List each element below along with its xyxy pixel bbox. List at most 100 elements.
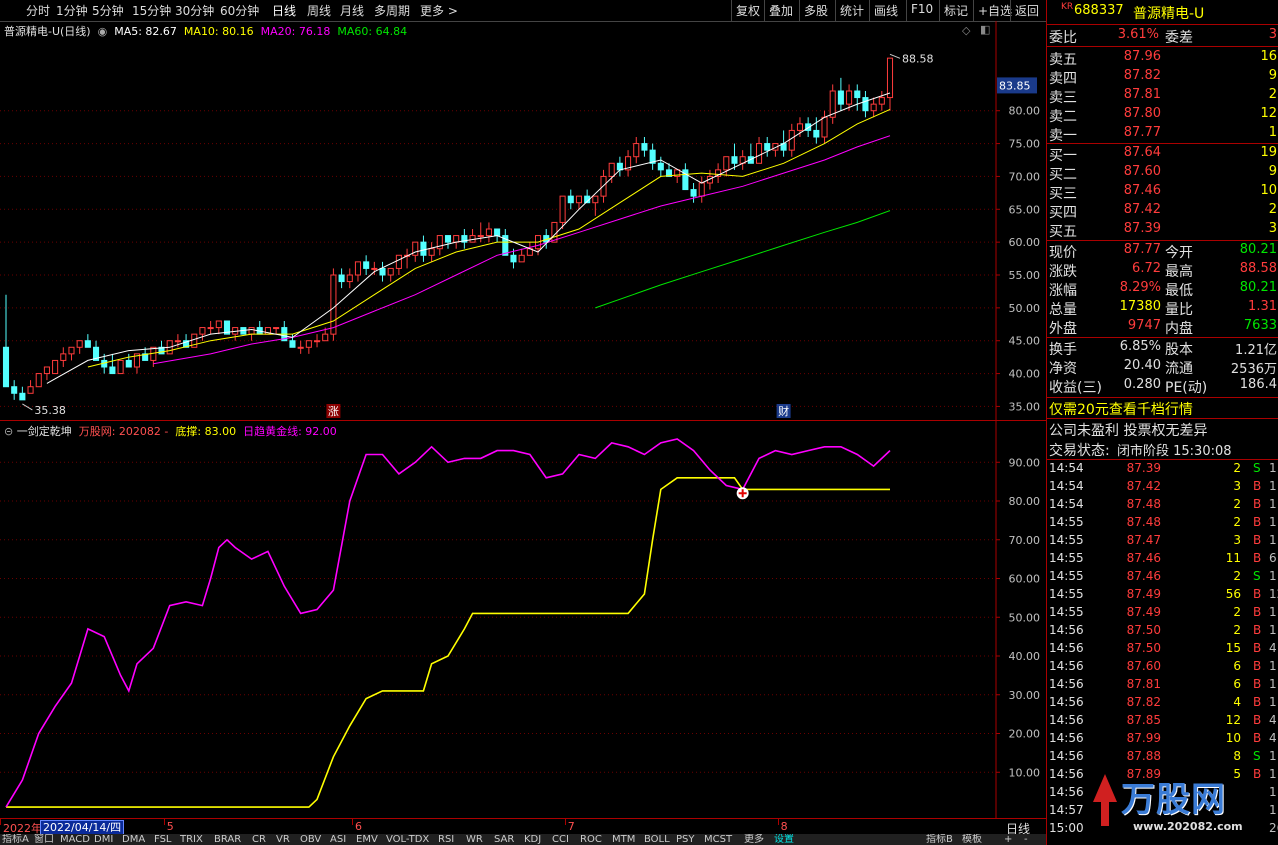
bid-row-volume: 3 (1268, 221, 1277, 236)
indicator-tab[interactable]: KDJ (524, 834, 541, 845)
candle-up (886, 57, 894, 99)
indicator-tab[interactable]: DMI (94, 834, 113, 845)
indicator-tab-right[interactable]: - (1024, 834, 1028, 845)
date-axis: 2022年 5 6 7 8 2022/04/14/四 日线 (0, 818, 1046, 836)
tick-price: 87.42 (1126, 479, 1161, 493)
indicator-tab[interactable]: CR (252, 834, 266, 845)
ask-row-volume: 2 (1268, 87, 1277, 102)
bid-row-price[interactable]: 87.60 (1087, 164, 1161, 179)
ask-row-label: 卖五 (1049, 52, 1077, 68)
candle-up (453, 235, 460, 243)
tick-volume: 56 (1225, 587, 1241, 601)
toolbar-button[interactable]: F10 (911, 2, 933, 16)
indicator-tab[interactable]: EMV (356, 834, 378, 845)
indicator-tab[interactable]: SAR (494, 834, 514, 845)
tick-side: S (1253, 569, 1261, 583)
period-tab[interactable]: 60分钟 (220, 2, 259, 19)
period-tab[interactable]: 5分钟 (92, 2, 124, 19)
indicator-tab[interactable]: TRIX (180, 834, 203, 845)
period-tab[interactable]: 1分钟 (56, 2, 88, 19)
tick-count: 1 (1269, 659, 1277, 673)
tick-volume: 2 (1233, 497, 1241, 511)
indicator-tab[interactable]: 指标A (2, 834, 29, 845)
candle-down (109, 366, 116, 375)
toolbar-button[interactable]: +自选 (978, 2, 1012, 19)
indicator-tab[interactable]: OBV (300, 834, 321, 845)
indicator-tab[interactable]: ASI (330, 834, 346, 845)
toolbar-button[interactable]: 多股 (804, 2, 828, 19)
tick-volume: 6 (1233, 659, 1241, 673)
tick-side: B (1253, 497, 1262, 511)
bid-row-price[interactable]: 87.39 (1087, 221, 1161, 236)
stat-value: 6.85% (1119, 339, 1161, 354)
ask-row-price[interactable]: 87.81 (1087, 87, 1161, 102)
ask-row-price[interactable]: 87.80 (1087, 106, 1161, 121)
candle-down (837, 90, 844, 105)
indicator-tab[interactable]: MTM (612, 834, 635, 845)
period-tab[interactable]: 30分钟 (175, 2, 214, 19)
indicator-tab[interactable]: MACD (60, 834, 90, 845)
indicator-tab[interactable]: FSL (154, 834, 172, 845)
ask-row-price[interactable]: 87.82 (1087, 68, 1161, 83)
kline-chart[interactable]: 普源精电-U(日线) ◉ MA5: 82.67 MA10: 80.16 MA20… (0, 21, 1046, 421)
indicator-tab[interactable]: CCI (552, 834, 569, 845)
y-tick-label: 35.00 (1009, 400, 1041, 413)
indicator-tab-right[interactable]: + (1004, 834, 1012, 845)
bid-row-price[interactable]: 87.46 (1087, 183, 1161, 198)
period-tab[interactable]: 更多 > (420, 2, 458, 19)
toolbar-button[interactable]: 画线 (874, 2, 898, 19)
period-tab[interactable]: 多周期 (374, 2, 410, 19)
stat-value: 1.21亿 (1235, 343, 1277, 358)
indicator-chart[interactable]: ⊝ 一剑定乾坤 万股网: 202082 - 底撑: 83.00 日趋黄金线: 9… (0, 421, 1040, 818)
candle-up (633, 143, 640, 158)
indicator-tab[interactable]: VR (276, 834, 290, 845)
tick-price: 87.50 (1126, 641, 1161, 655)
toolbar-button[interactable]: 返回 (1015, 2, 1039, 19)
indicator-tab[interactable]: ROC (580, 834, 602, 845)
indicator-tab[interactable]: MCST (704, 834, 732, 845)
indicator-tab[interactable]: 窗口 (34, 834, 54, 845)
indicator-tab[interactable]: RSI (438, 834, 454, 845)
candle-up (592, 195, 599, 204)
indicator-tab[interactable]: 更多 (744, 834, 764, 845)
indicator-tab[interactable]: WR (466, 834, 483, 845)
bid-row-price[interactable]: 87.64 (1087, 145, 1161, 160)
toolbar-button[interactable]: 叠加 (769, 2, 793, 19)
period-tab[interactable]: 日线 (272, 2, 296, 19)
toolbar-button[interactable]: 标记 (944, 2, 968, 19)
ask-row-price[interactable]: 87.96 (1087, 49, 1161, 64)
indicator-tab[interactable]: DMA (122, 834, 145, 845)
support-line (6, 477, 890, 808)
y-tick-label: 60.00 (1009, 573, 1041, 586)
indicator-tab[interactable]: 设置 (774, 834, 794, 845)
y-tick-label: 75.00 (1009, 138, 1041, 151)
ask-row-price[interactable]: 87.77 (1087, 125, 1161, 140)
period-toolbar: 分时 1分钟 5分钟 15分钟 30分钟 60分钟 日线 周线 月线 多周期 更多 > 复权 叠加 多股统… (0, 0, 1046, 22)
bid-row-label: 买五 (1049, 224, 1077, 240)
indicator-tab-right[interactable]: 指标B (926, 834, 953, 845)
indicator-tab[interactable]: BOLL (644, 834, 670, 845)
tick-count: 1 (1269, 749, 1277, 763)
period-tab[interactable]: 月线 (340, 2, 364, 19)
indicator-tab[interactable]: VOL-TDX (386, 834, 429, 845)
stat-label: 量比 (1165, 302, 1193, 318)
period-tab[interactable]: 15分钟 (132, 2, 171, 19)
candle-up (215, 320, 222, 329)
toolbar-button[interactable]: 复权 (736, 2, 760, 19)
indicator-tab-right[interactable]: 模板 (962, 834, 982, 845)
candle-down (2, 346, 10, 388)
price-tag: 83.85 (999, 79, 1031, 92)
indicator-tab[interactable]: BRAR (214, 834, 241, 845)
x-tick (351, 819, 353, 825)
tick-side: B (1253, 515, 1262, 529)
rocket-icon (1093, 774, 1117, 826)
period-tab[interactable]: 分时 (26, 2, 50, 19)
tick-volume: 4 (1233, 695, 1241, 709)
stock-code[interactable]: 688337 (1074, 3, 1124, 18)
promo-link[interactable]: 仅需20元查看千档行情 (1049, 399, 1193, 419)
tick-count: 1 (1269, 605, 1277, 619)
toolbar-button[interactable]: 统计 (840, 2, 864, 19)
bid-row-price[interactable]: 87.42 (1087, 202, 1161, 217)
period-tab[interactable]: 周线 (307, 2, 331, 19)
indicator-tab[interactable]: PSY (676, 834, 695, 845)
